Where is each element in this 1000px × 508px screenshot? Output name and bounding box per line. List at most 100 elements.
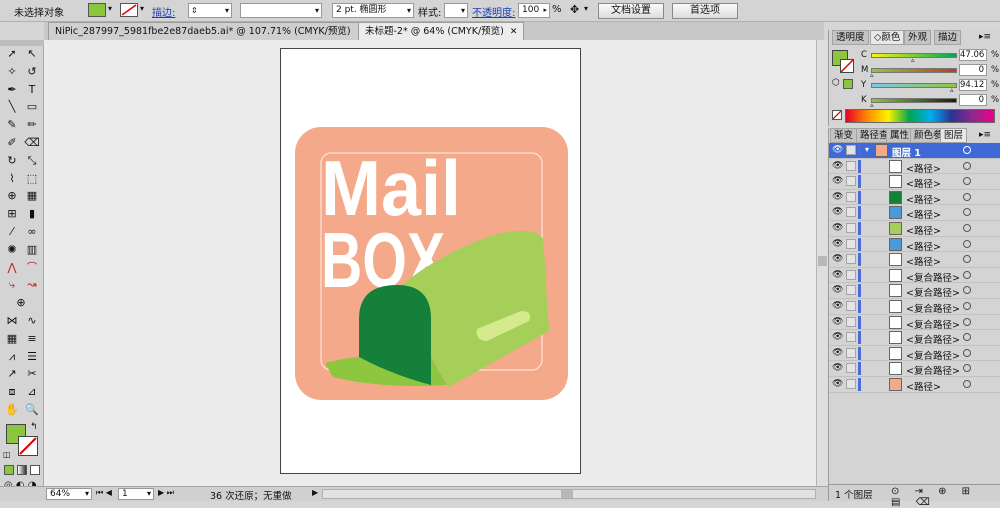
tab-untitled-2[interactable]: 未标题-2* @ 64% (CMYK/预览) ✕	[358, 22, 525, 40]
eye-icon[interactable]: 👁	[832, 332, 843, 342]
layer-item-row[interactable]: 👁 <路径>	[829, 237, 1000, 253]
layer-item-row[interactable]: 👁 <复合路径>	[829, 268, 1000, 284]
list-icon[interactable]: ☰	[23, 349, 41, 365]
path-name[interactable]: <复合路径>	[906, 363, 960, 377]
target-icon[interactable]	[963, 239, 971, 248]
stroke-label[interactable]: 描边:	[152, 4, 175, 19]
warp-icon[interactable]: ⌇	[3, 171, 21, 187]
eye-icon[interactable]: 👁	[832, 254, 843, 264]
path-name[interactable]: <复合路径>	[906, 301, 960, 315]
tab-transparency[interactable]: 透明度	[832, 30, 869, 45]
target-icon[interactable]	[963, 161, 971, 170]
lock-toggle[interactable]	[846, 207, 856, 218]
layer-item-row[interactable]: 👁 <复合路径>	[829, 283, 1000, 299]
lock-toggle[interactable]	[846, 316, 856, 327]
line-icon[interactable]: ╲	[3, 99, 21, 115]
lock-toggle[interactable]	[846, 363, 856, 374]
cube-icon[interactable]: ⬡	[832, 78, 840, 88]
layer-item-row[interactable]: 👁 <路径>	[829, 174, 1000, 190]
target-icon[interactable]	[963, 255, 971, 264]
slider-c[interactable]: C ▵ 47.06 %	[861, 49, 1000, 64]
tab-nipic-document[interactable]: NiPic_287997_5981fbe2e87daeb5.ai* @ 107.…	[48, 22, 372, 40]
select-icon[interactable]: ➚	[3, 46, 21, 62]
path-name[interactable]: <复合路径>	[906, 348, 960, 362]
eye-icon[interactable]: 👁	[832, 145, 843, 155]
eye-icon[interactable]: 👁	[832, 317, 843, 327]
slider-k[interactable]: K ▵ 0 %	[861, 94, 1000, 109]
layer-item-row[interactable]: 👁 <路径>	[829, 190, 1000, 206]
graph-icon[interactable]: ▥	[23, 242, 41, 258]
paintbrush-icon[interactable]: ✎	[3, 117, 21, 133]
target-icon[interactable]	[963, 364, 971, 373]
target-icon[interactable]	[963, 177, 971, 186]
horizontal-scrollbar[interactable]	[322, 489, 816, 499]
lock-toggle[interactable]	[846, 223, 856, 233]
layer-item-row[interactable]: 👁 <路径>	[829, 252, 1000, 268]
reshape-icon[interactable]: ⤷	[3, 277, 21, 293]
path-name[interactable]: <路径>	[906, 161, 941, 175]
slider-thumb-icon[interactable]: ▵	[950, 86, 954, 94]
layer-name[interactable]: 图层 1	[892, 145, 921, 159]
smooth-icon[interactable]: ↝	[23, 277, 41, 293]
tab-gradient[interactable]: 渐变	[830, 128, 858, 143]
fill-swatch[interactable]	[88, 3, 106, 17]
lock-toggle[interactable]	[846, 254, 856, 265]
layer-item-row[interactable]: 👁 <路径>	[829, 221, 1000, 237]
eye-icon[interactable]: 👁	[832, 239, 843, 249]
slider-thumb-icon[interactable]: ▵	[911, 56, 915, 64]
artboard-icon[interactable]: ⧈	[3, 384, 21, 400]
target-icon[interactable]	[963, 224, 971, 232]
panel-menu-icon[interactable]: ▸≡	[979, 32, 991, 42]
slider-thumb-icon[interactable]: ▵	[870, 101, 874, 109]
target-icon[interactable]	[963, 270, 971, 279]
eye-icon[interactable]: 👁	[832, 161, 843, 171]
next-page-icon[interactable]: ▶ ⏭	[158, 488, 174, 498]
target-icon[interactable]	[963, 286, 971, 295]
curvature-icon[interactable]: ⌒	[23, 260, 41, 276]
eye-icon[interactable]: 👁	[832, 363, 843, 373]
eye-icon[interactable]: 👁	[832, 207, 843, 217]
scale-icon[interactable]: ⤡	[23, 153, 41, 169]
layer-action-icons[interactable]: ⊙ ⇥ ⊕ ⊞ ▤ ⌫	[891, 486, 1000, 508]
lock-toggle[interactable]	[846, 145, 856, 155]
tab-layers[interactable]: 图层	[940, 128, 968, 143]
color-spectrum[interactable]	[845, 109, 995, 123]
wave-icon[interactable]: ∿	[23, 313, 41, 329]
artboard[interactable]: Mail BOX	[280, 48, 581, 474]
anchor-convert-icon[interactable]: ⋀	[3, 260, 21, 276]
none-mode-icon[interactable]	[30, 465, 40, 475]
path-name[interactable]: <路径>	[906, 192, 941, 206]
eye-icon[interactable]: 👁	[832, 192, 843, 202]
layer-item-row[interactable]: 👁 <路径>	[829, 159, 1000, 175]
lock-toggle[interactable]	[846, 176, 856, 187]
rotate-icon[interactable]: ↻	[3, 153, 21, 169]
lock-toggle[interactable]	[846, 238, 856, 249]
path-name[interactable]: <路径>	[906, 379, 941, 393]
layer-row-main[interactable]: 👁 ▾ 图层 1	[829, 143, 1000, 159]
eye-icon[interactable]: 👁	[832, 223, 843, 233]
lock-toggle[interactable]	[846, 301, 856, 311]
type-icon[interactable]: T	[23, 82, 41, 98]
swap-icon[interactable]: ↰	[30, 422, 38, 432]
slider-m[interactable]: M ▵ 0 %	[861, 64, 1000, 79]
vertical-scrollbar[interactable]	[816, 40, 828, 486]
page-dropdown[interactable]: 1 ▾	[118, 488, 154, 500]
lock-toggle[interactable]	[846, 160, 856, 171]
envelope-icon[interactable]: ⋈	[3, 313, 21, 329]
gradient-icon[interactable]: ▮	[23, 206, 41, 222]
tab-appearance[interactable]: 外观	[904, 30, 932, 45]
eraser-icon[interactable]: ⌫	[23, 135, 41, 151]
path-name[interactable]: <路径>	[906, 254, 941, 268]
lock-toggle[interactable]	[846, 332, 856, 343]
layer-item-row[interactable]: 👁 <复合路径>	[829, 299, 1000, 315]
blend-icon[interactable]: ∞	[23, 224, 41, 240]
eye-icon[interactable]: 👁	[832, 285, 843, 295]
scrollbar-thumb[interactable]	[561, 490, 573, 498]
lock-toggle[interactable]	[846, 347, 856, 358]
stroke-weight-dropdown[interactable]: ⇕ ▾	[188, 3, 232, 18]
shape-builder-icon[interactable]: ⊕	[3, 188, 21, 204]
slider-y[interactable]: Y ▵ 94.12 %	[861, 79, 1000, 94]
layer-item-row[interactable]: 👁 <复合路径>	[829, 315, 1000, 331]
target-icon[interactable]	[963, 146, 971, 154]
magic-wand-icon[interactable]: ✧	[3, 64, 21, 80]
